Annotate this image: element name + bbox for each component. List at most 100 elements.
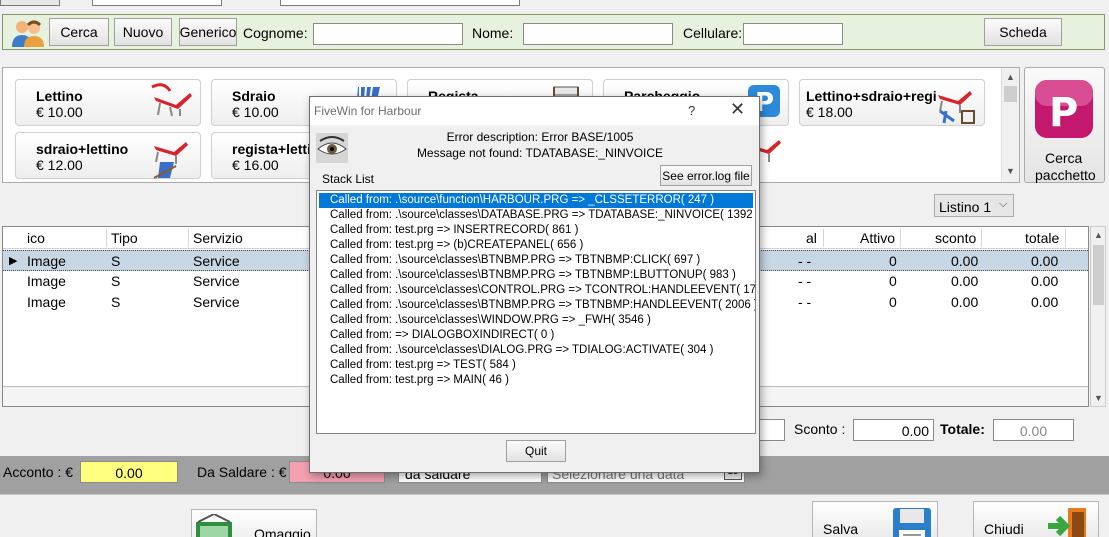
cell-al: - - — [798, 253, 812, 269]
error-message: Message not found: TDATABASE:_NINVOICE — [416, 146, 664, 160]
listino-select[interactable]: Listino 1 ⌵ — [934, 194, 1014, 217]
service-card-lettino[interactable]: Lettino € 10.00 — [15, 79, 201, 126]
nome-label: Nome: — [472, 25, 514, 41]
stack-list[interactable]: Called from: .\source\function\HARBOUR.P… — [316, 190, 756, 434]
cellulare-label: Cellulare: — [683, 25, 743, 41]
stack-item[interactable]: Called from: .\source\classes\CONTROL.PR… — [330, 283, 755, 298]
cerca-pacchetto-line2: pacchetto — [1035, 167, 1096, 183]
stack-item[interactable]: Called from: test.prg => MAIN( 46 ) — [330, 373, 755, 388]
cell-totale: 0.00 — [1031, 253, 1059, 269]
chiudi-button[interactable]: Chiudi — [973, 501, 1099, 537]
stack-item[interactable]: Called from: test.prg => TEST( 584 ) — [330, 358, 755, 373]
top-cut-button[interactable] — [0, 0, 60, 6]
sconto-label: Sconto : — [794, 421, 846, 437]
chiudi-label: Chiudi — [984, 521, 1024, 537]
cell-al: - - — [798, 294, 812, 310]
error-dialog: FiveWin for Harbour ? ✕ Error descriptio… — [309, 96, 760, 473]
col-al[interactable]: al — [806, 230, 817, 246]
customer-search-bar: Cerca Nuovo Generico Cognome: Nome: Cell… — [2, 14, 1105, 50]
scheda-button[interactable]: Scheda — [984, 18, 1062, 46]
col-tipo[interactable]: Tipo — [111, 230, 138, 246]
cell-ico: Image — [27, 253, 66, 269]
cell-servizio: Service — [193, 253, 240, 269]
service-price: € 18.00 — [806, 104, 853, 120]
da-saldare-label: Da Saldare : € — [197, 464, 287, 480]
salva-button[interactable]: Salva — [812, 501, 938, 537]
quit-button[interactable]: Quit — [506, 440, 566, 462]
salva-label: Salva — [823, 521, 859, 537]
sunbed-combo-icon — [938, 91, 975, 124]
top-toolbar-strip — [0, 0, 1109, 12]
table-scrollbar[interactable]: ▲ ▼ — [1090, 226, 1106, 407]
cerca-pacchetto-line1: Cerca — [1045, 150, 1083, 166]
cell-ico: Image — [27, 273, 66, 289]
totale-field[interactable]: 0.00 — [993, 419, 1074, 441]
package-icon: P — [1035, 80, 1093, 138]
dialog-titlebar[interactable]: FiveWin for Harbour ? ✕ — [310, 97, 759, 125]
sunbed-icon — [151, 83, 192, 117]
generico-button[interactable]: Generico — [179, 18, 237, 46]
stack-item[interactable]: Called from: test.prg => INSERTRECORD( 8… — [330, 223, 755, 238]
col-totale[interactable]: totale — [1025, 230, 1059, 246]
col-sconto[interactable]: sconto — [935, 230, 976, 246]
cell-ico: Image — [27, 294, 66, 310]
stack-item[interactable]: Called from: .\source\classes\BTNBMP.PRG… — [330, 253, 755, 268]
cerca-pacchetto-button[interactable]: P Cerca pacchetto — [1024, 67, 1105, 183]
close-icon[interactable]: ✕ — [730, 99, 745, 120]
col-attivo[interactable]: Attivo — [860, 230, 895, 246]
cell-al: - - — [798, 273, 812, 289]
gift-icon — [196, 514, 232, 537]
bottom-toolbar: Omaggio Salva Chiudi — [0, 494, 1109, 537]
cognome-field[interactable] — [313, 23, 463, 45]
svg-text:P: P — [1049, 90, 1078, 136]
service-name: sdraio+lettino — [36, 141, 129, 157]
error-description: Error description: Error BASE/1005 — [446, 130, 634, 144]
exit-door-icon — [1048, 508, 1086, 537]
nuovo-button[interactable]: Nuovo — [114, 18, 172, 46]
top-cut-field[interactable] — [280, 0, 520, 6]
col-servizio[interactable]: Servizio — [193, 230, 243, 246]
stack-list-label: Stack List — [322, 172, 375, 186]
see-error-log-button[interactable]: See error.log file — [660, 165, 752, 186]
cell-sconto: 0.00 — [951, 253, 979, 269]
nome-field[interactable] — [523, 23, 673, 45]
service-name: Sdraio — [232, 88, 276, 104]
sunbed-deckchair-icon — [153, 142, 188, 179]
acconto-field[interactable]: 0.00 — [80, 461, 178, 483]
cell-tipo: S — [111, 273, 121, 289]
stack-item[interactable]: Called from: .\source\classes\BTNBMP.PRG… — [330, 268, 755, 283]
omaggio-button[interactable]: Omaggio — [191, 509, 317, 537]
stack-item[interactable]: Called from: .\source\classes\BTNBMP.PRG… — [330, 298, 755, 313]
stack-item[interactable]: Called from: .\source\classes\DATABASE.P… — [330, 208, 755, 223]
services-scrollbar[interactable]: ▲ ▼ — [1001, 68, 1019, 182]
cell-servizio: Service — [193, 273, 240, 289]
cellulare-field[interactable] — [743, 23, 843, 45]
stack-item[interactable]: Called from: .\source\classes\WINDOW.PRG… — [330, 313, 755, 328]
help-icon[interactable]: ? — [688, 103, 695, 118]
col-ico[interactable]: ico — [27, 230, 45, 246]
service-name: Lettino — [36, 88, 83, 104]
cell-servizio: Service — [193, 294, 240, 310]
eye-icon — [316, 133, 348, 163]
stack-item[interactable]: Called from: .\source\function\HARBOUR.P… — [319, 193, 753, 208]
service-card-lettino-sdraio-regi[interactable]: Lettino+sdraio+regi € 18.00 — [799, 79, 985, 126]
cerca-button[interactable]: Cerca — [49, 18, 109, 46]
sconto-field[interactable]: 0.00 — [853, 419, 934, 441]
cell-tipo: S — [111, 294, 121, 310]
chevron-down-icon: ⌵ — [999, 198, 1008, 210]
service-card-sdraio-lettino[interactable]: sdraio+lettino € 12.00 — [15, 132, 201, 179]
cell-sconto: 0.00 — [951, 273, 979, 289]
stack-item[interactable]: Called from: .\source\classes\DIALOG.PRG… — [330, 343, 755, 358]
totale-label: Totale: — [940, 421, 985, 437]
top-cut-combo[interactable] — [92, 0, 222, 6]
customers-icon[interactable] — [10, 17, 46, 52]
service-price: € 10.00 — [232, 104, 279, 120]
service-price: € 16.00 — [232, 157, 279, 173]
cell-tipo: S — [111, 253, 121, 269]
stack-item[interactable]: Called from: test.prg => (b)CREATEPANEL(… — [330, 238, 755, 253]
save-icon — [893, 508, 931, 537]
service-price: € 12.00 — [36, 157, 83, 173]
stack-item[interactable]: Called from: => DIALOGBOXINDIRECT( 0 ) — [330, 328, 755, 343]
omaggio-label: Omaggio — [254, 526, 311, 537]
cell-attivo: 0 — [889, 294, 897, 310]
